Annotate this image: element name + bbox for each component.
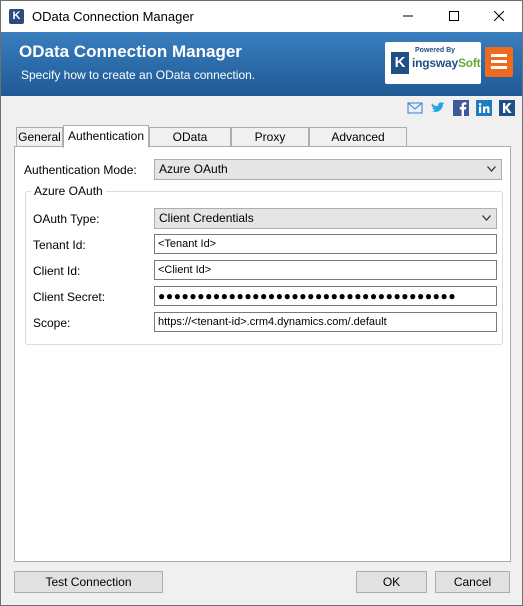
email-icon[interactable] [407,100,423,116]
facebook-icon[interactable] [453,100,469,116]
client-id-label: Client Id: [33,264,81,278]
logo-name: ingswaySoft [412,56,481,70]
logo-name-a: ingsway [412,56,458,70]
auth-mode-label: Authentication Mode: [24,163,137,177]
ok-button[interactable]: OK [356,571,427,593]
dialog-window: K OData Connection Manager OData Connect… [0,0,523,606]
authentication-panel: Authentication Mode: Azure OAuth Azure O… [14,146,511,562]
social-links [407,100,517,116]
close-button[interactable] [476,1,522,32]
tab-advanced-settings[interactable]: Advanced Settings [309,127,407,162]
logo-powered-by: Powered By [415,47,456,54]
window-title: OData Connection Manager [32,9,194,24]
tenant-id-input[interactable]: <Tenant Id> [154,234,497,254]
client-secret-label: Client Secret: [33,290,106,304]
banner-title: OData Connection Manager [19,42,242,61]
maximize-icon [449,11,459,21]
tab-odata-settings[interactable]: OData Settings [149,127,231,162]
kingswaysoft-logo: K Powered By ingswaySoft [385,42,481,84]
product-tile-icon [485,47,513,77]
close-icon [493,10,505,22]
oauth-type-label: OAuth Type: [33,212,100,226]
tenant-id-label: Tenant Id: [33,238,86,252]
client-id-input[interactable]: <Client Id> [154,260,497,280]
minimize-button[interactable] [385,1,431,32]
banner-subtitle: Specify how to create an OData connectio… [21,68,256,82]
tab-authentication[interactable]: Authentication [63,125,149,148]
linkedin-icon[interactable] [476,100,492,116]
logo-name-b: Soft [457,56,481,70]
title-bar: K OData Connection Manager [1,1,522,32]
auth-mode-select[interactable]: Azure OAuth [154,159,502,180]
client-secret-input[interactable]: ●●●●●●●●●●●●●●●●●●●●●●●●●●●●●●●●●●●●●● [154,286,497,306]
app-icon: K [9,9,24,24]
tab-general[interactable]: General [16,127,63,147]
header-banner: OData Connection Manager Specify how to … [1,32,522,96]
test-connection-button[interactable]: Test Connection [14,571,163,593]
azure-oauth-group-title: Azure OAuth [31,184,106,198]
minimize-icon [403,15,413,17]
oauth-type-select[interactable]: Client Credentials [154,208,497,229]
oauth-type-value: Client Credentials [159,211,254,225]
cancel-button[interactable]: Cancel [435,571,510,593]
logo-k-mark: K [391,52,409,74]
scope-label: Scope: [33,316,71,330]
kingswaysoft-icon[interactable] [499,100,515,116]
scope-input[interactable]: https://<tenant-id>.crm4.dynamics.com/.d… [154,312,497,332]
chevron-down-icon [482,215,491,221]
chevron-down-icon [487,166,496,172]
maximize-button[interactable] [431,1,477,32]
tab-proxy-settings[interactable]: Proxy Settings [231,127,309,162]
twitter-icon[interactable] [430,100,446,116]
auth-mode-value: Azure OAuth [159,162,228,176]
